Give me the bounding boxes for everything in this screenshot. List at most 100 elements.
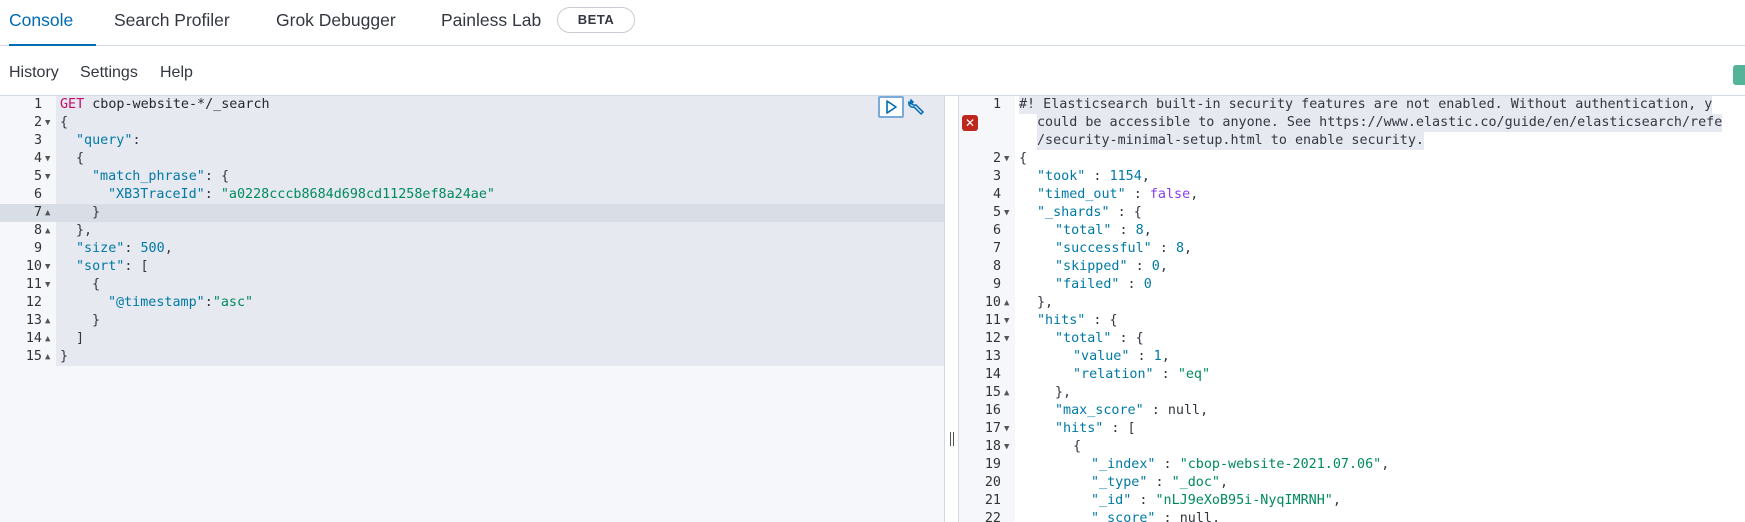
code-punct: : xyxy=(132,133,141,148)
response-line: 6 "total" : 8, xyxy=(959,222,1745,240)
json-key: "_shards" xyxy=(1037,205,1110,220)
response-line: 19 "_index" : "cbop-website-2021.07.06", xyxy=(959,456,1745,474)
fold-toggle-icon[interactable]: ▼ xyxy=(45,150,50,168)
code-text: "successful" : 8, xyxy=(1055,240,1192,258)
json-key: "query" xyxy=(76,133,133,148)
fold-toggle-icon[interactable]: ▲ xyxy=(1004,384,1009,402)
history-menu-item[interactable]: History xyxy=(9,64,59,82)
code-punct: , xyxy=(1381,457,1390,472)
line-number: 8 xyxy=(992,259,1001,274)
code-text: "took" : 1154, xyxy=(1037,168,1150,186)
code-punct: : { xyxy=(1109,205,1142,220)
line-number: 13 xyxy=(25,313,42,328)
code-text: "_score" : null, xyxy=(1091,510,1220,522)
pane-resizer[interactable] xyxy=(944,96,959,522)
request-line: 2 ▼ { xyxy=(0,114,944,132)
line-number: 5 xyxy=(33,169,42,184)
line-number: 4 xyxy=(992,187,1001,202)
json-key: "size" xyxy=(76,241,125,256)
response-viewer[interactable]: 1 #! Elasticsearch built-in security feat… xyxy=(959,96,1745,522)
line-number: 12 xyxy=(25,295,42,310)
code-punct: : xyxy=(1111,223,1136,238)
fold-toggle-icon[interactable]: ▲ xyxy=(1004,294,1009,312)
code-punct: : xyxy=(124,241,141,256)
fold-toggle-icon[interactable]: ▼ xyxy=(45,114,50,132)
line-number: 16 xyxy=(984,403,1001,418)
code-punct: : xyxy=(1129,349,1154,364)
code-punct: , xyxy=(1211,511,1220,522)
json-key: "_index" xyxy=(1091,457,1156,472)
fold-toggle-icon[interactable]: ▼ xyxy=(1004,420,1009,438)
corner-badge[interactable] xyxy=(1733,65,1745,85)
fold-toggle-icon[interactable]: ▼ xyxy=(1004,438,1009,456)
fold-toggle-icon[interactable]: ▲ xyxy=(45,222,50,240)
tab-painless-lab[interactable]: Painless Lab xyxy=(441,0,541,46)
response-line: 21 "_id" : "nLJ9eXoB95i-NyqIMRNH", xyxy=(959,492,1745,510)
line-number: 10 xyxy=(25,259,42,274)
line-number: 3 xyxy=(992,169,1001,184)
fold-toggle-icon[interactable]: ▼ xyxy=(1004,204,1009,222)
json-number: 0 xyxy=(1143,277,1152,292)
code-punct: : xyxy=(204,187,221,202)
json-key: "max_score" xyxy=(1055,403,1144,418)
response-line: 10 ▲}, xyxy=(959,294,1745,312)
run-request-button[interactable] xyxy=(878,96,904,118)
json-key: "relation" xyxy=(1073,367,1154,382)
fold-toggle-icon[interactable]: ▲ xyxy=(45,330,50,348)
line-number: 3 xyxy=(33,133,42,148)
request-editor[interactable]: 1 GET cbop-website-*/_search 2 ▼{3 "query": 4… xyxy=(0,96,944,522)
settings-menu-item[interactable]: Settings xyxy=(80,64,138,82)
json-number: 0 xyxy=(1151,259,1160,274)
line-number: 22 xyxy=(984,511,1001,522)
fold-toggle-icon[interactable]: ▼ xyxy=(1004,312,1009,330)
play-icon xyxy=(886,100,897,114)
line-number: 18 xyxy=(984,439,1001,454)
fold-toggle-icon[interactable]: ▼ xyxy=(45,168,50,186)
request-line: 14 ▲] xyxy=(0,330,944,348)
fold-toggle-icon[interactable]: ▼ xyxy=(1004,330,1009,348)
help-menu-item[interactable]: Help xyxy=(160,64,193,82)
response-line: 11 ▼ "hits" : { xyxy=(959,312,1745,330)
json-null: null xyxy=(1167,403,1201,418)
json-key: "match_phrase" xyxy=(92,169,205,184)
code-text: { xyxy=(92,276,100,294)
code-text: GET cbop-website-*/_search xyxy=(60,96,270,114)
code-token: ] xyxy=(76,331,85,346)
tab-console[interactable]: Console xyxy=(9,0,96,46)
code-punct: : [ xyxy=(124,259,149,274)
request-line: 12 "@timestamp":"asc" xyxy=(0,294,944,312)
code-text: }, xyxy=(1055,384,1071,402)
request-line: 1 GET cbop-website-*/_search xyxy=(0,96,944,114)
response-line: 22 "_score" : null, xyxy=(959,510,1745,522)
tab-grok-debugger[interactable]: Grok Debugger xyxy=(276,0,396,46)
request-line: 4 ▼ { xyxy=(0,150,944,168)
code-token: } xyxy=(92,313,101,328)
warning-text: /security-minimal-setup.html to enable s… xyxy=(1037,132,1424,150)
code-text: "_id" : "nLJ9eXoB95i-NyqIMRNH", xyxy=(1091,492,1341,510)
fold-toggle-icon[interactable]: ▲ xyxy=(45,348,50,366)
json-number: 1 xyxy=(1153,349,1162,364)
fold-toggle-icon[interactable]: ▲ xyxy=(45,204,50,222)
code-text: "skipped" : 0, xyxy=(1055,258,1168,276)
request-line: 9 "size": 500, xyxy=(0,240,944,258)
wrench-icon[interactable] xyxy=(907,97,927,117)
code-punct: , xyxy=(1184,241,1193,256)
code-text: "@timestamp":"asc" xyxy=(108,294,253,312)
line-number: 15 xyxy=(984,385,1001,400)
fold-toggle-icon[interactable]: ▼ xyxy=(45,276,50,294)
code-punct: : { xyxy=(1111,331,1144,346)
json-string: "nLJ9eXoB95i-NyqIMRNH" xyxy=(1155,493,1333,508)
code-text: ] xyxy=(76,330,84,348)
line-number: 1 xyxy=(33,97,42,112)
code-punct: , xyxy=(1332,493,1341,508)
code-text: "sort": [ xyxy=(76,258,149,276)
code-text: "value" : 1, xyxy=(1073,348,1170,366)
response-line: 18 ▼ { xyxy=(959,438,1745,456)
fold-toggle-icon[interactable]: ▼ xyxy=(45,258,50,276)
json-key: "XB3TraceId" xyxy=(108,187,205,202)
fold-toggle-icon[interactable]: ▲ xyxy=(45,312,50,330)
code-text: "query": xyxy=(76,132,141,150)
code-text: "max_score" : null, xyxy=(1055,402,1208,420)
tab-search-profiler[interactable]: Search Profiler xyxy=(114,0,230,46)
fold-toggle-icon[interactable]: ▼ xyxy=(1004,150,1009,168)
